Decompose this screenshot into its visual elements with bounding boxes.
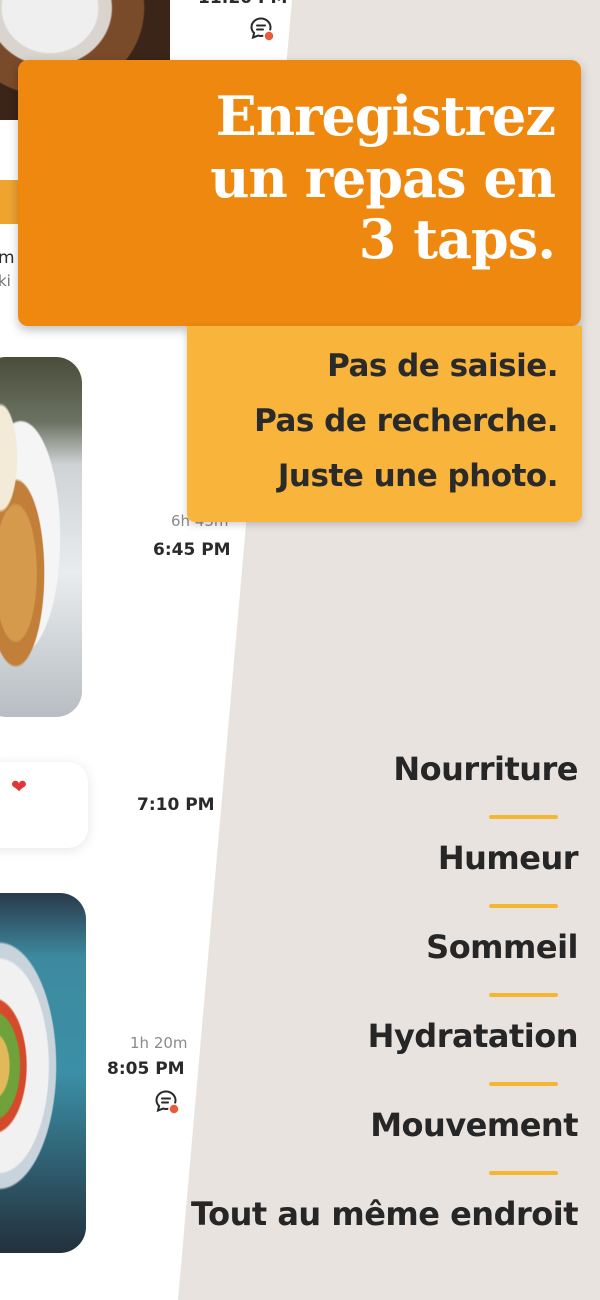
entry-time-bottom: 8:05 PM <box>107 1059 185 1079</box>
feature-mood: Humeur <box>437 839 579 877</box>
entry-accent-bar <box>0 180 20 224</box>
headline-line-1: Enregistrez <box>215 84 556 148</box>
comment-icon[interactable] <box>249 16 275 42</box>
entry-title-cut: m <box>0 248 15 268</box>
note-card[interactable] <box>0 762 88 848</box>
feature-movement: Mouvement <box>370 1106 578 1144</box>
meal-photo-dessert[interactable] <box>0 357 82 717</box>
comment-icon[interactable] <box>154 1089 180 1115</box>
subheadline-line-3: Juste une photo. <box>277 458 559 494</box>
headline-banner: Enregistrez un repas en 3 taps. <box>18 60 581 326</box>
subheadline-line-2: Pas de recherche. <box>254 403 558 439</box>
feature-divider <box>489 815 558 819</box>
heart-icon: ❤ <box>11 776 27 798</box>
feature-sleep: Sommeil <box>426 928 578 966</box>
headline: Enregistrez un repas en 3 taps. <box>35 84 556 272</box>
entry-subtitle-cut: ki <box>0 272 11 290</box>
feature-food: Nourriture <box>393 750 578 788</box>
entry-time-note: 7:10 PM <box>137 795 215 815</box>
feature-divider <box>489 904 558 908</box>
entry-time-top: 11:20 PM <box>198 0 287 8</box>
headline-line-3: 3 taps. <box>358 207 556 272</box>
feature-divider <box>489 1082 558 1086</box>
promo-screen: 11:20 PM m ki 6h 43m 6:45 PM ❤ 7:10 PM 1… <box>0 0 600 1300</box>
feature-all-in-one: Tout au même endroit <box>191 1195 578 1233</box>
feature-divider <box>489 993 558 997</box>
feature-divider <box>489 1171 558 1175</box>
entry-time: 6:45 PM <box>153 540 231 560</box>
headline-line-2: un repas en <box>210 145 556 210</box>
subheadline-box: Pas de saisie. Pas de recherche. Juste u… <box>187 326 582 522</box>
entry-duration-bottom: 1h 20m <box>130 1034 188 1052</box>
meal-photo-salad[interactable] <box>0 893 86 1253</box>
subheadline-line-1: Pas de saisie. <box>327 348 558 384</box>
feature-hydration: Hydratation <box>367 1017 579 1055</box>
